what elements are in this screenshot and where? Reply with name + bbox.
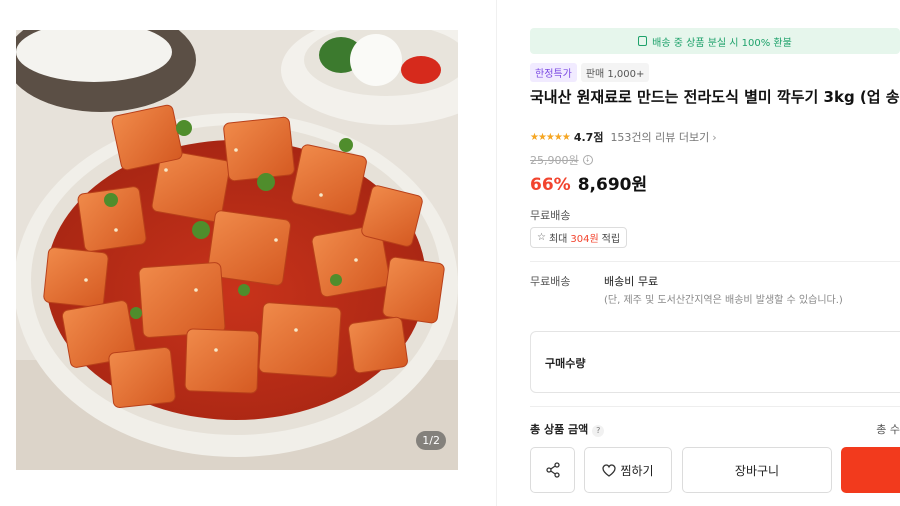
wishlist-button[interactable]: 찜하기 [584, 447, 672, 493]
quantity-selector[interactable]: 구매수량 [530, 331, 900, 393]
discount-rate: 66% [530, 175, 571, 195]
heart-icon [602, 463, 617, 477]
help-icon[interactable]: ? [592, 424, 605, 437]
product-info-panel: 배송 중 상품 분실 시 100% 환불 한정특가 판매 1,000+ 국내산 … [530, 28, 900, 506]
sale-price: 8,690원 [577, 175, 648, 195]
sales-count-badge: 판매 1,000+ [580, 63, 650, 82]
total-quantity-text: 총 수 [876, 423, 900, 436]
free-shipping-label: 무료배송 [530, 209, 571, 222]
review-more-link[interactable]: 153건의 리뷰 더보기 [610, 129, 709, 145]
banner-text: 배송 중 상품 분실 시 100% 환불 [652, 37, 792, 49]
product-image-gallery[interactable]: 1/2 [16, 30, 458, 470]
shipping-key: 무료배송 [530, 275, 571, 288]
refund-guarantee-banner: 배송 중 상품 분실 시 100% 환불 [530, 28, 900, 54]
purchase-actions: 찜하기 장바구니 [530, 447, 900, 493]
divider [530, 406, 900, 407]
points-amount: 304원 [570, 234, 599, 245]
share-icon [545, 462, 560, 478]
original-price-value: 25,900원 [530, 154, 579, 167]
wishlist-label: 찜하기 [620, 463, 654, 478]
image-counter: 1/2 [416, 431, 446, 450]
add-to-cart-button[interactable]: 장바구니 [682, 447, 832, 493]
points-prefix: 최대 [548, 234, 568, 245]
panel-divider [496, 0, 497, 506]
rating-score: 4.7점 [573, 131, 604, 144]
shipping-value: 배송비 무료 [604, 275, 659, 288]
star-outline-icon: ☆ [537, 232, 546, 243]
original-price: 25,900원 i [530, 152, 593, 168]
total-price-label: 총 상품 금액 [530, 423, 589, 436]
buy-now-button[interactable] [841, 447, 900, 493]
quantity-label: 구매수량 [545, 357, 586, 370]
price-row: 66% 8,690원 [530, 170, 647, 195]
info-icon[interactable]: i [582, 155, 593, 165]
product-image [16, 30, 458, 470]
rating-stars-icon: ★★★★★ [530, 131, 571, 143]
limited-deal-badge: 한정특가 [530, 63, 577, 82]
product-title: 국내산 원재료로 만드는 전라도식 별미 깍두기 3kg (업 송) [530, 88, 900, 106]
total-price-row: 총 상품 금액? 총 수 [530, 421, 900, 437]
shipping-note: (단, 제주 및 도서산간지역은 배송비 발생할 수 있습니다.) [604, 295, 843, 306]
share-button[interactable] [530, 447, 575, 493]
rating-summary: ★★★★★ 4.7점 153건의 리뷰 더보기 › [530, 129, 717, 145]
shield-icon [638, 36, 648, 46]
product-badges: 한정특가 판매 1,000+ [530, 63, 650, 82]
divider [530, 261, 900, 262]
chevron-right-icon: › [712, 130, 717, 144]
points-suffix: 적립 [601, 234, 621, 245]
points-chip: ☆ 최대 304원 적립 [530, 227, 628, 248]
